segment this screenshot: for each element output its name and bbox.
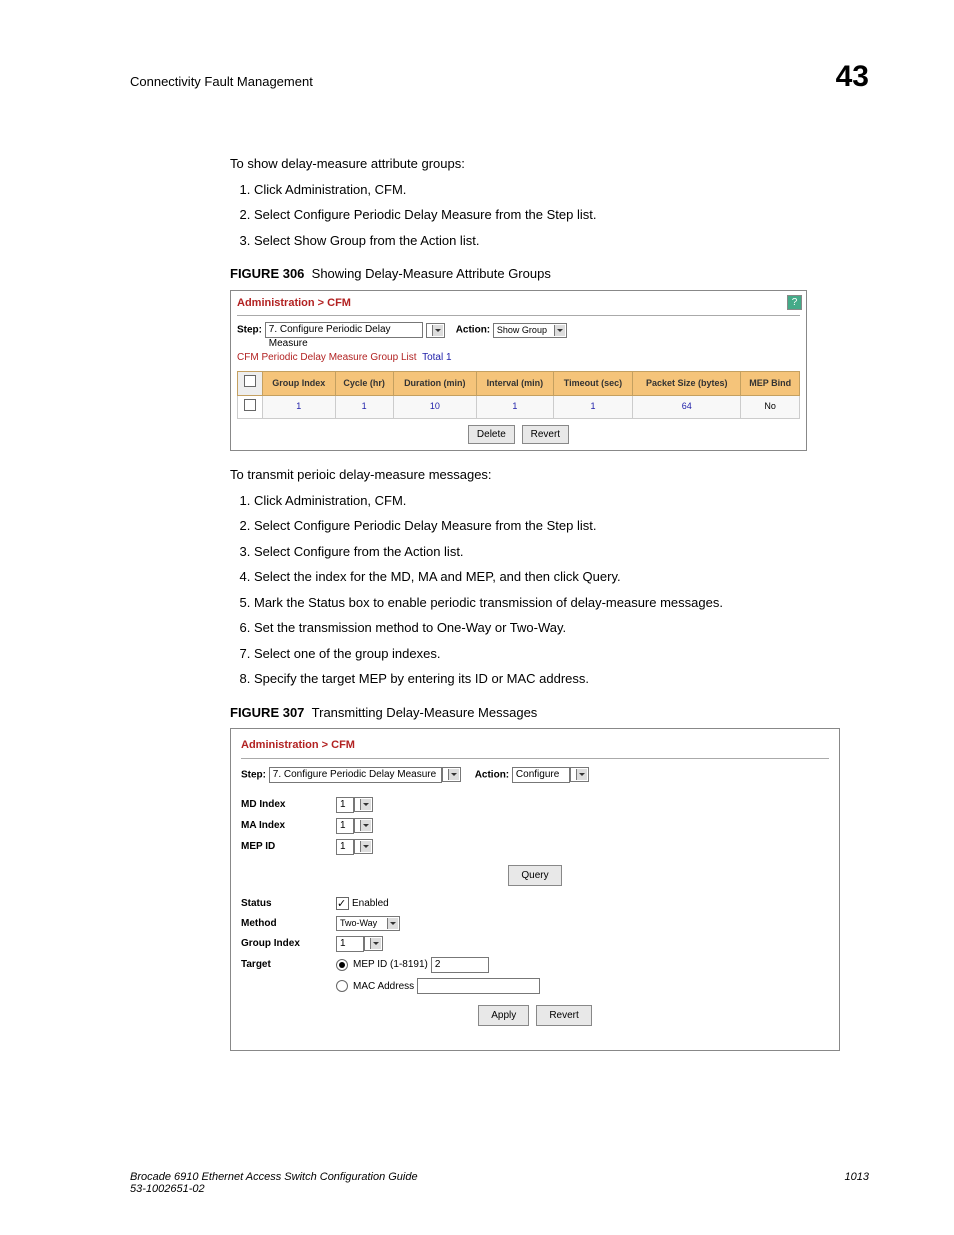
cell: 1 xyxy=(553,395,632,419)
cell: 10 xyxy=(393,395,476,419)
target-mac-radio[interactable] xyxy=(336,980,348,992)
step-dropdown-icon[interactable] xyxy=(442,767,461,782)
md-index-label: MD Index xyxy=(241,797,336,812)
col-header: Interval (min) xyxy=(476,372,553,396)
page-header-chapter: 43 xyxy=(836,60,869,94)
mep-id-dropdown-icon[interactable] xyxy=(354,839,373,854)
col-header: Duration (min) xyxy=(393,372,476,396)
cell: 1 xyxy=(335,395,393,419)
table-row: 1 1 10 1 1 64 No xyxy=(238,395,800,419)
figure-307-label: FIGURE 307 xyxy=(230,705,304,720)
target-label: Target xyxy=(241,957,336,972)
method-label: Method xyxy=(241,916,336,931)
intro-paragraph-2: To transmit perioic delay-measure messag… xyxy=(230,465,869,485)
step-item: Select Configure from the Action list. xyxy=(254,542,869,562)
step-item: Select Show Group from the Action list. xyxy=(254,231,869,251)
step-item: Select one of the group indexes. xyxy=(254,644,869,664)
figure-307-panel: Administration > CFM Step: 7. Configure … xyxy=(230,728,840,1051)
target-mep-input[interactable]: 2 xyxy=(431,957,489,973)
group-index-dropdown-icon[interactable] xyxy=(364,936,383,951)
cell: 64 xyxy=(633,395,741,419)
group-list-title: CFM Periodic Delay Measure Group List xyxy=(237,352,417,363)
step-select[interactable]: 7. Configure Periodic Delay Measure xyxy=(269,767,442,783)
target-mac-label: MAC Address xyxy=(353,979,414,994)
revert-button[interactable]: Revert xyxy=(536,1005,591,1026)
steps-list-2: Click Administration, CFM. Select Config… xyxy=(230,491,869,689)
step-select[interactable]: 7. Configure Periodic Delay Measure xyxy=(265,322,423,338)
page-header-section: Connectivity Fault Management xyxy=(130,74,313,89)
delete-button[interactable]: Delete xyxy=(468,425,515,444)
action-label: Action: xyxy=(475,769,509,780)
step-item: Set the transmission method to One-Way o… xyxy=(254,618,869,638)
action-select[interactable]: Show Group xyxy=(493,323,567,338)
ma-index-label: MA Index xyxy=(241,818,336,833)
help-icon[interactable]: ? xyxy=(787,295,802,310)
figure-307-caption: Transmitting Delay-Measure Messages xyxy=(312,705,538,720)
action-label: Action: xyxy=(456,325,490,336)
footer-page-number: 1013 xyxy=(845,1171,869,1195)
figure-306-label: FIGURE 306 xyxy=(230,266,304,281)
steps-list-1: Click Administration, CFM. Select Config… xyxy=(230,180,869,251)
group-index-label: Group Index xyxy=(241,936,336,951)
query-button[interactable]: Query xyxy=(508,865,561,886)
status-enabled-text: Enabled xyxy=(352,896,389,911)
step-item: Select Configure Periodic Delay Measure … xyxy=(254,516,869,536)
revert-button[interactable]: Revert xyxy=(522,425,569,444)
cell: 1 xyxy=(263,395,336,419)
figure-306-panel: Administration > CFM ? Step: 7. Configur… xyxy=(230,290,807,452)
step-dropdown-icon[interactable] xyxy=(426,323,445,338)
apply-button[interactable]: Apply xyxy=(478,1005,529,1026)
method-select[interactable]: Two-Way xyxy=(336,916,400,931)
cell: 1 xyxy=(476,395,553,419)
md-index-select[interactable]: 1 xyxy=(336,797,354,813)
action-select[interactable]: Configure xyxy=(512,767,570,783)
footer-left: Brocade 6910 Ethernet Access Switch Conf… xyxy=(130,1171,418,1195)
ma-index-select[interactable]: 1 xyxy=(336,818,354,834)
col-header: MEP Bind xyxy=(741,372,800,396)
breadcrumb: Administration > CFM xyxy=(241,737,829,754)
action-dropdown-icon[interactable] xyxy=(570,767,589,782)
mep-id-label: MEP ID xyxy=(241,839,336,854)
group-list-table: Group Index Cycle (hr) Duration (min) In… xyxy=(237,371,800,419)
breadcrumb: Administration > CFM xyxy=(237,295,351,312)
group-list-total: Total 1 xyxy=(422,352,451,363)
target-mep-radio[interactable] xyxy=(336,959,348,971)
intro-paragraph-1: To show delay-measure attribute groups: xyxy=(230,154,869,174)
status-checkbox[interactable] xyxy=(336,897,349,910)
step-item: Click Administration, CFM. xyxy=(254,180,869,200)
status-label: Status xyxy=(241,896,336,911)
step-label: Step: xyxy=(241,769,266,780)
step-item: Select the index for the MD, MA and MEP,… xyxy=(254,567,869,587)
step-item: Select Configure Periodic Delay Measure … xyxy=(254,205,869,225)
checkbox-icon[interactable] xyxy=(244,375,256,387)
header-checkbox-cell[interactable] xyxy=(238,372,263,396)
checkbox-icon[interactable] xyxy=(244,399,256,411)
col-header: Group Index xyxy=(263,372,336,396)
col-header: Cycle (hr) xyxy=(335,372,393,396)
md-index-dropdown-icon[interactable] xyxy=(354,797,373,812)
group-index-select[interactable]: 1 xyxy=(336,936,364,952)
step-item: Specify the target MEP by entering its I… xyxy=(254,669,869,689)
cell: No xyxy=(741,395,800,419)
target-mac-input[interactable] xyxy=(417,978,540,994)
step-item: Mark the Status box to enable periodic t… xyxy=(254,593,869,613)
step-label: Step: xyxy=(237,325,262,336)
row-checkbox-cell[interactable] xyxy=(238,395,263,419)
col-header: Timeout (sec) xyxy=(553,372,632,396)
ma-index-dropdown-icon[interactable] xyxy=(354,818,373,833)
target-mep-label: MEP ID (1-8191) xyxy=(353,957,428,972)
mep-id-select[interactable]: 1 xyxy=(336,839,354,855)
figure-306-caption: Showing Delay-Measure Attribute Groups xyxy=(312,266,551,281)
step-item: Click Administration, CFM. xyxy=(254,491,869,511)
col-header: Packet Size (bytes) xyxy=(633,372,741,396)
